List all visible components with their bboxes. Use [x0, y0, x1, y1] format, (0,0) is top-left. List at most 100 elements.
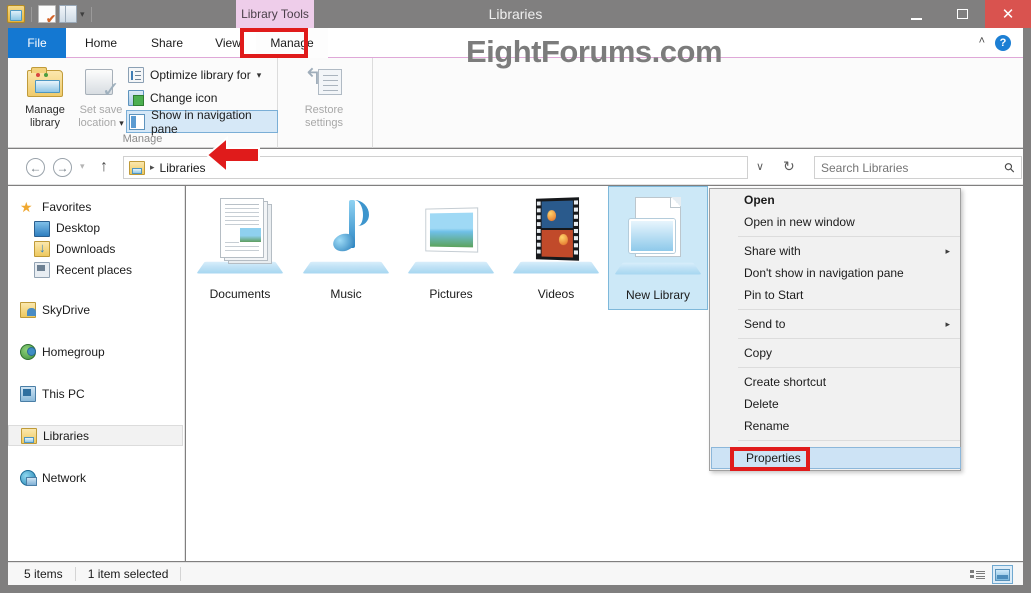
quick-access-toolbar: ▾ — [7, 3, 95, 25]
menu-item-share-with[interactable]: Share with ▸ — [738, 240, 960, 262]
back-button[interactable]: ← — [26, 158, 45, 177]
search-box[interactable]: ⚲ — [814, 156, 1022, 179]
menu-item-delete[interactable]: Delete — [738, 393, 960, 415]
list-item-pictures[interactable]: Pictures — [401, 186, 501, 310]
list-item-music[interactable]: Music — [296, 186, 396, 310]
help-icon[interactable]: ? — [995, 35, 1011, 51]
minimize-icon — [911, 18, 922, 20]
breadcrumb-dropdown-icon[interactable]: ∨ — [756, 160, 764, 173]
tab-file-label: File — [27, 36, 46, 50]
forward-button[interactable]: → — [53, 158, 72, 177]
optimize-library-caret[interactable]: ▾ — [257, 70, 262, 81]
sidebar-item-downloads[interactable]: Downloads — [8, 238, 185, 259]
sidebar-item-skydrive[interactable]: SkyDrive — [8, 299, 185, 320]
downloads-icon — [34, 241, 50, 257]
sidebar-item-libraries[interactable]: Libraries — [8, 425, 183, 446]
tab-manage[interactable]: Manage — [256, 28, 328, 58]
minimize-button[interactable] — [893, 0, 939, 28]
set-save-location-caret[interactable]: ▾ — [119, 118, 124, 128]
music-library-icon — [303, 192, 389, 284]
star-icon: ★ — [20, 199, 36, 215]
menu-item-send-to[interactable]: Send to ▸ — [738, 313, 960, 335]
menu-item-label-copy: Copy — [744, 346, 772, 360]
pictures-library-icon — [408, 192, 494, 284]
forward-icon: → — [57, 161, 69, 175]
search-input[interactable] — [821, 161, 1005, 175]
tab-view[interactable]: View — [200, 28, 256, 58]
restore-settings-label-2: settings — [293, 117, 355, 130]
optimize-library-for-button[interactable]: Optimize library for ▾ — [128, 64, 261, 86]
menu-item-create-shortcut[interactable]: Create shortcut — [738, 371, 960, 393]
explorer-icon[interactable] — [7, 5, 25, 23]
recent-locations-caret-icon[interactable]: ▾ — [80, 161, 85, 172]
close-button[interactable]: ✕ — [985, 0, 1031, 28]
menu-item-label-dont-show-in-navigation-pane: Don't show in navigation pane — [744, 266, 904, 280]
list-item-videos[interactable]: Videos — [506, 186, 606, 310]
change-icon-label: Change icon — [150, 91, 217, 105]
tab-home[interactable]: Home — [70, 28, 132, 58]
up-button[interactable]: ↑ — [100, 158, 108, 176]
menu-separator — [738, 236, 960, 237]
show-in-navigation-pane-toggle[interactable]: Show in navigation pane — [126, 110, 278, 133]
breadcrumb-libraries[interactable]: Libraries — [160, 161, 206, 175]
menu-item-open-in-new-window[interactable]: Open in new window — [738, 211, 960, 233]
homegroup-icon — [20, 344, 36, 360]
sidebar-item-label-this-pc: This PC — [42, 387, 85, 401]
change-icon-icon — [128, 90, 144, 106]
sidebar-item-desktop[interactable]: Desktop — [8, 217, 185, 238]
sidebar-item-this-pc[interactable]: This PC — [8, 383, 185, 404]
menu-separator-3 — [738, 338, 960, 339]
menu-separator-4 — [738, 367, 960, 368]
menu-item-pin-to-start[interactable]: Pin to Start — [738, 284, 960, 306]
maximize-icon — [957, 9, 968, 19]
status-bar: 5 items 1 item selected — [8, 562, 1023, 585]
status-divider — [75, 567, 76, 581]
sidebar-item-homegroup[interactable]: Homegroup — [8, 341, 185, 362]
list-item-documents[interactable]: Documents — [190, 186, 290, 310]
manage-library-button[interactable]: Manage library — [14, 63, 76, 130]
sidebar-item-label-homegroup: Homegroup — [42, 345, 105, 359]
red-left-arrow-annotation — [205, 134, 261, 176]
maximize-button[interactable] — [939, 0, 985, 28]
collapse-ribbon-button[interactable]: ˄ — [979, 35, 985, 47]
optimize-library-label: Optimize library for — [150, 68, 251, 82]
ribbon-group-restore: ↰ Restore settings — [279, 58, 373, 148]
list-item-new-library[interactable]: New Library — [608, 186, 708, 310]
refresh-icon[interactable]: ↻ — [783, 159, 795, 173]
properties-icon[interactable] — [38, 5, 56, 23]
menu-item-properties[interactable]: Properties — [711, 447, 961, 469]
sidebar-item-favorites[interactable]: ★ Favorites — [8, 196, 185, 217]
navigation-pane: ★ Favorites Desktop Downloads Recent pla… — [8, 186, 185, 561]
tab-share[interactable]: Share — [136, 28, 198, 58]
chevron-right-icon: ▸ — [945, 246, 950, 257]
tab-share-label: Share — [151, 36, 183, 50]
tab-manage-label: Manage — [270, 36, 313, 50]
breadcrumb-separator-icon[interactable]: ▸ — [150, 162, 155, 173]
title-bar: ▾ Library Tools Libraries ✕ — [0, 0, 1031, 28]
restore-settings-button[interactable]: ↰ Restore settings — [293, 63, 355, 130]
sidebar-item-recent-places[interactable]: Recent places — [8, 259, 185, 280]
menu-item-label-create-shortcut: Create shortcut — [744, 375, 826, 389]
sidebar-item-label-desktop: Desktop — [56, 221, 100, 235]
window-title-text: Libraries — [489, 6, 543, 22]
tab-home-label: Home — [85, 36, 117, 50]
details-view-button[interactable] — [967, 565, 988, 584]
large-icons-view-button[interactable] — [992, 565, 1013, 584]
change-icon-button[interactable]: Change icon — [128, 87, 217, 109]
new-library-icon — [615, 193, 701, 285]
menu-item-open[interactable]: Open — [738, 189, 960, 211]
sidebar-item-network[interactable]: Network — [8, 467, 185, 488]
menu-item-copy[interactable]: Copy — [738, 342, 960, 364]
ribbon-tab-strip: File Home Share View Manage ˄ ? — [8, 28, 1023, 58]
qat-dropdown-caret[interactable]: ▾ — [80, 5, 85, 23]
menu-item-rename[interactable]: Rename — [738, 415, 960, 437]
tab-file[interactable]: File — [8, 28, 66, 58]
tab-view-label: View — [215, 36, 241, 50]
set-save-location-button[interactable]: ✓ Set save location ▾ — [70, 63, 132, 130]
optimize-library-icon — [128, 67, 144, 83]
sidebar-item-label-downloads: Downloads — [56, 242, 115, 256]
new-folder-icon[interactable] — [59, 5, 77, 23]
address-bar: ← → ▾ ↑ ▸ Libraries ∨ ↻ ⚲ — [8, 149, 1023, 185]
network-icon — [20, 470, 36, 486]
menu-item-dont-show-in-navigation-pane[interactable]: Don't show in navigation pane — [738, 262, 960, 284]
